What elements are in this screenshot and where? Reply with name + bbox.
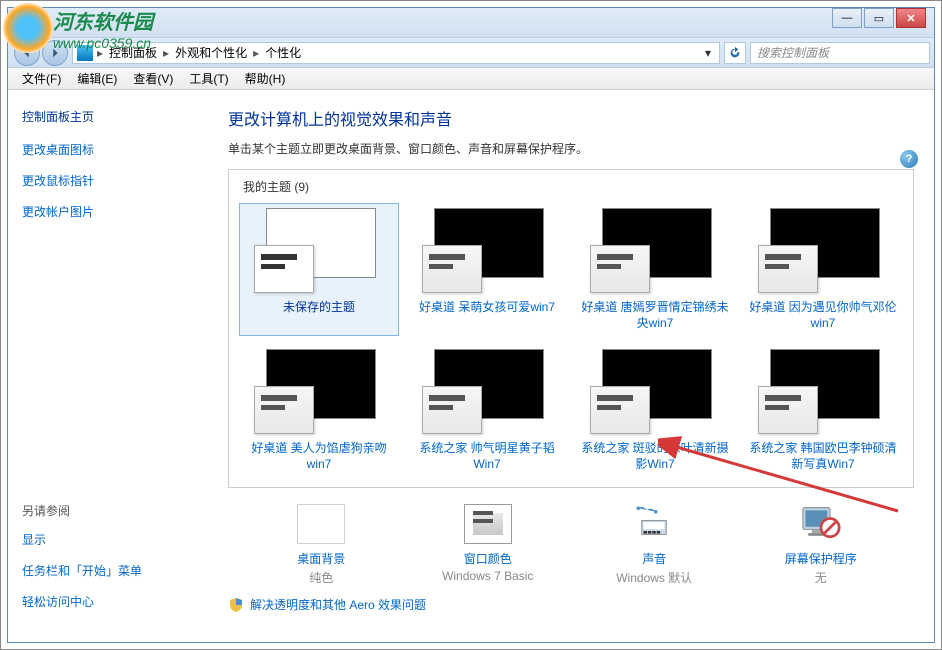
window-controls xyxy=(832,8,926,28)
theme-label: 好桌道 美人为馅虐狗亲吻win7 xyxy=(244,440,394,472)
app-window: 河东软件园 www.pc0359.cn xyxy=(0,0,942,650)
help-icon[interactable]: ? xyxy=(900,150,918,168)
theme-thumbnail xyxy=(758,349,888,434)
theme-thumbnail xyxy=(254,208,384,293)
theme-label: 好桌道 唐嫣罗晋情定锦绣未央win7 xyxy=(580,299,730,331)
theme-thumbnail xyxy=(254,349,384,434)
aero-troubleshoot-text[interactable]: 解决透明度和其他 Aero 效果问题 xyxy=(250,596,426,613)
option-background-title: 桌面背景 xyxy=(256,550,386,567)
breadcrumb[interactable]: ▸ 控制面板 ▸ 外观和个性化 ▸ 个性化 ▾ xyxy=(72,42,720,64)
dropdown-arrow-icon[interactable]: ▾ xyxy=(701,46,715,60)
menubar: 文件(F) 编辑(E) 查看(V) 工具(T) 帮助(H) xyxy=(8,68,934,90)
option-window-color[interactable]: 窗口颜色 Windows 7 Basic xyxy=(423,504,553,586)
chevron-right-icon: ▸ xyxy=(95,46,105,60)
sound-icon xyxy=(630,504,678,544)
theme-thumbnail xyxy=(758,208,888,293)
theme-label: 未保存的主题 xyxy=(244,299,394,331)
breadcrumb-item-2[interactable]: 个性化 xyxy=(261,44,305,61)
theme-item[interactable]: 好桌道 呆萌女孩可爱win7 xyxy=(407,203,567,336)
chevron-right-icon: ▸ xyxy=(251,46,261,60)
option-background-sub: 纯色 xyxy=(256,569,386,586)
breadcrumb-item-0[interactable]: 控制面板 xyxy=(105,44,161,61)
theme-item[interactable]: 好桌道 唐嫣罗晋情定锦绣未央win7 xyxy=(575,203,735,336)
theme-item[interactable]: 系统之家 帅气明星黄子韬Win7 xyxy=(407,344,567,477)
option-sound-sub: Windows 默认 xyxy=(589,569,719,586)
sidebar-footer-ease-of-access[interactable]: 轻松访问中心 xyxy=(22,593,194,610)
theme-item[interactable]: 系统之家 斑驳的绿叶清新摄影Win7 xyxy=(575,344,735,477)
titlebar xyxy=(8,8,934,38)
forward-button[interactable] xyxy=(42,40,68,66)
nav-buttons xyxy=(14,40,68,66)
theme-item[interactable]: 好桌道 因为遇见你帅气邓伦win7 xyxy=(743,203,903,336)
close-button[interactable] xyxy=(896,8,926,28)
page-subtitle: 单击某个主题立即更改桌面背景、窗口颜色、声音和屏幕保护程序。 xyxy=(228,140,914,157)
sidebar-title[interactable]: 控制面板主页 xyxy=(22,108,194,125)
theme-thumbnail xyxy=(422,208,552,293)
content: 控制面板主页 更改桌面图标 更改鼠标指针 更改帐户图片 另请参阅 显示 任务栏和… xyxy=(8,90,934,642)
address-bar-row: ▸ 控制面板 ▸ 外观和个性化 ▸ 个性化 ▾ 搜索控制面板 xyxy=(8,38,934,68)
option-desktop-background[interactable]: 桌面背景 纯色 xyxy=(256,504,386,586)
option-saver-title: 屏幕保护程序 xyxy=(756,550,886,567)
menu-edit[interactable]: 编辑(E) xyxy=(69,68,125,89)
main: ? 更改计算机上的视觉效果和声音 单击某个主题立即更改桌面背景、窗口颜色、声音和… xyxy=(208,90,934,642)
theme-thumbnail xyxy=(590,349,720,434)
page-title: 更改计算机上的视觉效果和声音 xyxy=(228,106,914,130)
search-placeholder: 搜索控制面板 xyxy=(757,44,829,61)
sidebar-footer-taskbar[interactable]: 任务栏和「开始」菜单 xyxy=(22,562,194,579)
sidebar: 控制面板主页 更改桌面图标 更改鼠标指针 更改帐户图片 另请参阅 显示 任务栏和… xyxy=(8,90,208,642)
sidebar-link-mouse-pointers[interactable]: 更改鼠标指针 xyxy=(22,172,194,189)
bottom-options: 桌面背景 纯色 窗口颜色 Windows 7 Basic xyxy=(228,504,914,586)
themes-grid: 未保存的主题 好桌道 呆萌女孩可爱win7 好桌道 唐嫣罗晋情定锦绣未央win7… xyxy=(239,203,903,477)
inner-window: ▸ 控制面板 ▸ 外观和个性化 ▸ 个性化 ▾ 搜索控制面板 文件(F) 编辑(… xyxy=(7,7,935,643)
minimize-button[interactable] xyxy=(832,8,862,28)
aero-troubleshoot-link[interactable]: 解决透明度和其他 Aero 效果问题 xyxy=(228,596,914,613)
theme-item[interactable]: 好桌道 美人为馅虐狗亲吻win7 xyxy=(239,344,399,477)
theme-label: 系统之家 帅气明星黄子韬Win7 xyxy=(412,440,562,472)
themes-panel: 我的主题 (9) 未保存的主题 好桌道 呆萌女孩可爱win7 好桌道 唐嫣罗晋情… xyxy=(228,169,914,488)
option-color-sub: Windows 7 Basic xyxy=(423,569,553,583)
maximize-button[interactable] xyxy=(864,8,894,28)
desktop-background-icon xyxy=(297,504,345,544)
option-color-title: 窗口颜色 xyxy=(423,550,553,567)
themes-header: 我的主题 (9) xyxy=(239,178,903,195)
theme-label: 好桌道 呆萌女孩可爱win7 xyxy=(412,299,562,331)
option-sounds[interactable]: 声音 Windows 默认 xyxy=(589,504,719,586)
theme-label: 系统之家 斑驳的绿叶清新摄影Win7 xyxy=(580,440,730,472)
menu-help[interactable]: 帮助(H) xyxy=(237,68,294,89)
back-button[interactable] xyxy=(14,40,40,66)
option-saver-sub: 无 xyxy=(756,569,886,586)
theme-thumbnail xyxy=(590,208,720,293)
sidebar-footer-display[interactable]: 显示 xyxy=(22,531,194,548)
chevron-right-icon: ▸ xyxy=(161,46,171,60)
theme-thumbnail xyxy=(422,349,552,434)
refresh-button[interactable] xyxy=(724,42,746,64)
theme-label: 好桌道 因为遇见你帅气邓伦win7 xyxy=(748,299,898,331)
theme-item[interactable]: 未保存的主题 xyxy=(239,203,399,336)
option-sound-title: 声音 xyxy=(589,550,719,567)
menu-tools[interactable]: 工具(T) xyxy=(181,68,236,89)
sidebar-see-also: 另请参阅 xyxy=(22,502,194,519)
option-screen-saver[interactable]: 屏幕保护程序 无 xyxy=(756,504,886,586)
shield-icon xyxy=(228,597,244,613)
breadcrumb-item-1[interactable]: 外观和个性化 xyxy=(171,44,251,61)
theme-item[interactable]: 系统之家 韩国欧巴李钟硕清新写真Win7 xyxy=(743,344,903,477)
menu-file[interactable]: 文件(F) xyxy=(14,68,69,89)
sidebar-link-desktop-icons[interactable]: 更改桌面图标 xyxy=(22,141,194,158)
theme-label: 系统之家 韩国欧巴李钟硕清新写真Win7 xyxy=(748,440,898,472)
menu-view[interactable]: 查看(V) xyxy=(125,68,181,89)
screen-saver-icon xyxy=(797,504,845,544)
search-input[interactable]: 搜索控制面板 xyxy=(750,42,930,64)
control-panel-icon xyxy=(77,45,93,61)
window-color-icon xyxy=(464,504,512,544)
sidebar-link-account-picture[interactable]: 更改帐户图片 xyxy=(22,203,194,220)
